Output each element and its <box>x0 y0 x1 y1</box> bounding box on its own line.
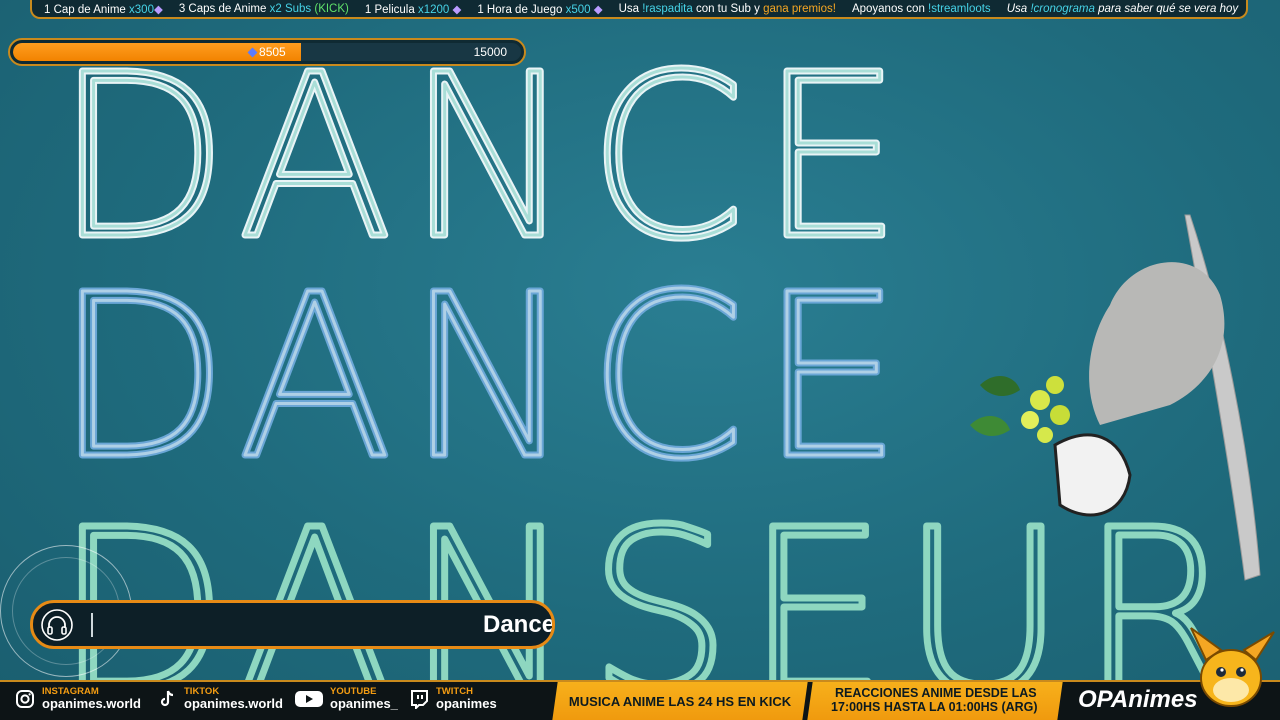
hand-with-quill-art <box>970 214 1261 581</box>
gem-icon: ◆ <box>593 3 603 16</box>
social-handle: opanimes_ <box>330 695 398 711</box>
headphones-icon <box>41 609 73 641</box>
brand-logo: OPAnimes <box>1078 686 1198 713</box>
ticker-item-caps: 3 Caps de Anime x2 Subs (KICK) <box>178 2 349 15</box>
ticker-item-cap: 1 Cap de Anime x300◆ <box>44 3 163 16</box>
ticker-streamloots: Apoyanos con !streamloots <box>851 2 991 15</box>
tiktok-icon <box>156 688 178 710</box>
twitch-icon <box>408 688 430 710</box>
goal-current-value: 8505 <box>247 45 286 59</box>
yarn-line-2-shadow: DANCE <box>55 247 916 509</box>
gem-icon <box>247 47 258 58</box>
ticker-item-pelicula: 1 Pelicula x1200 ◆ <box>364 3 462 16</box>
divider <box>91 613 93 637</box>
social-instagram[interactable]: INSTAGRAM opanimes.world <box>14 687 141 711</box>
ticker-item-juego: 1 Hora de Juego x500 ◆ <box>477 3 603 16</box>
now-playing-title: Dance <box>483 611 555 638</box>
gem-icon: ◆ <box>452 3 462 16</box>
social-twitch[interactable]: TWITCH opanimes <box>408 687 497 711</box>
ticker-cronograma: Usa !cronograma para saber qué se vera h… <box>1006 2 1239 15</box>
music-banner: MUSICA ANIME LAS 24 HS EN KICK <box>552 682 808 720</box>
gem-icon: ◆ <box>153 3 163 16</box>
goal-target-value: 15000 <box>473 45 507 59</box>
social-tiktok[interactable]: TIKTOK opanimes.world <box>156 687 283 711</box>
social-handle: opanimes.world <box>42 695 141 711</box>
social-youtube[interactable]: YOUTUBE opanimes_ <box>294 687 398 711</box>
ticker-raspadita: Usa !raspadita con tu Sub y gana premios… <box>618 2 836 15</box>
goal-progress-bar: 8505 15000 <box>8 38 526 66</box>
social-handle: opanimes <box>436 695 497 711</box>
youtube-icon <box>294 688 324 710</box>
mascot-icon <box>1190 627 1275 707</box>
reward-ticker: 1 Cap de Anime x300◆ 3 Caps de Anime x2 … <box>30 0 1248 19</box>
social-handle: opanimes.world <box>184 695 283 711</box>
reactions-banner: REACCIONES ANIME DESDE LAS 17:00HS HASTA … <box>807 682 1063 720</box>
instagram-icon <box>14 688 36 710</box>
now-playing-bar: Dance <box>30 600 555 649</box>
